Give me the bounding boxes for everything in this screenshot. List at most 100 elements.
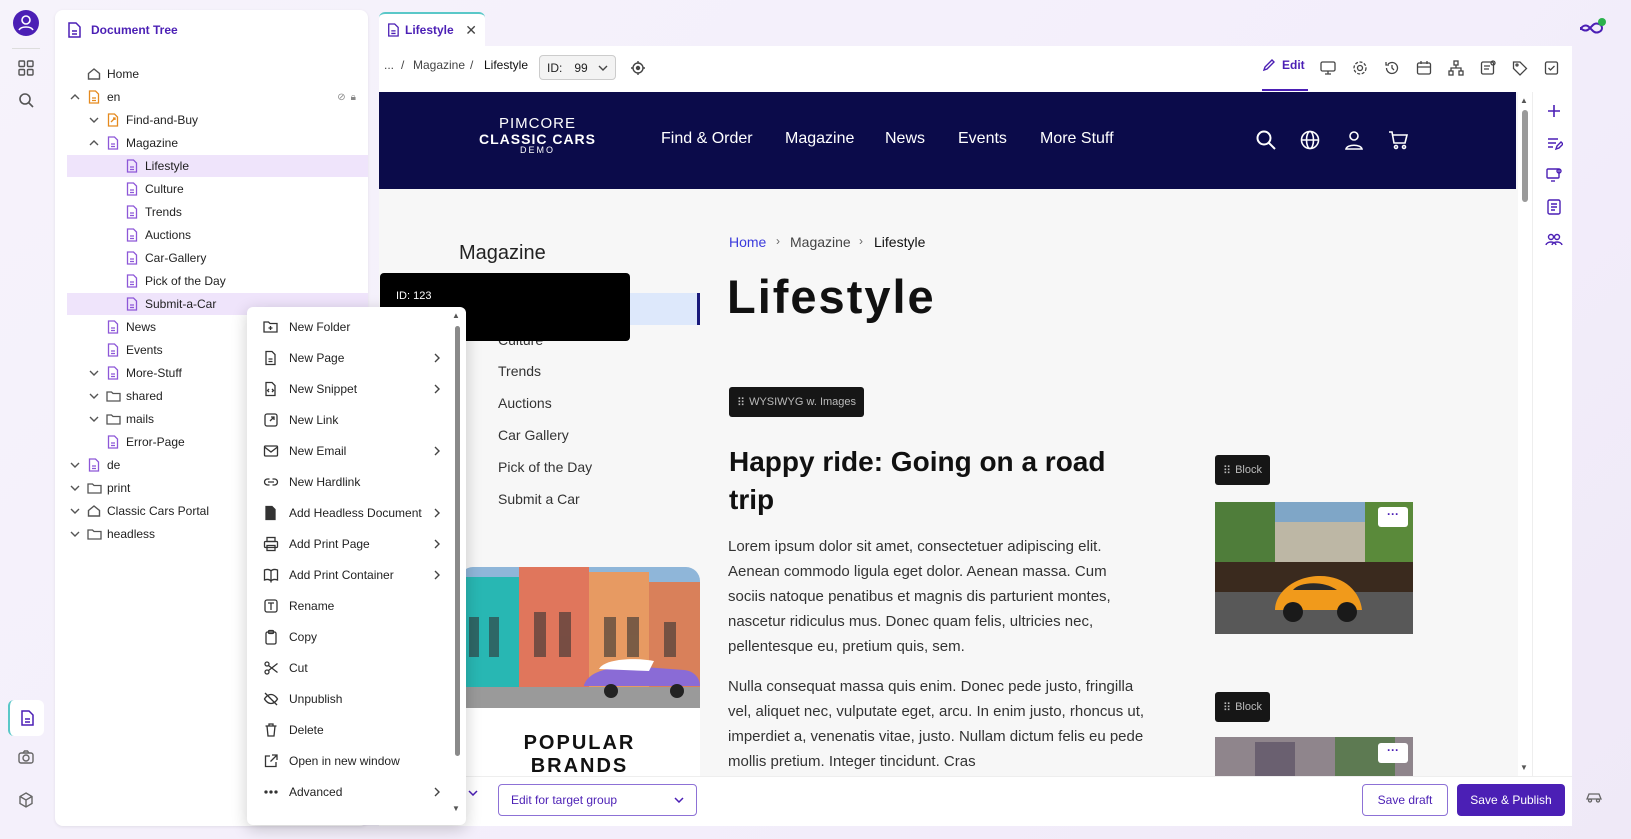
menu-item-new-page[interactable]: New Page xyxy=(247,343,450,373)
block-options-icon[interactable]: ··· xyxy=(1378,507,1408,527)
tree-node-find-and-buy[interactable]: Find-and-Buy xyxy=(67,109,368,131)
menu-item-delete[interactable]: Delete xyxy=(247,715,450,745)
chevron-down-icon[interactable] xyxy=(67,485,83,491)
id-selector[interactable]: ID: 99 xyxy=(539,55,616,80)
tree-node-magazine[interactable]: Magazine xyxy=(67,132,368,154)
chevron-down-icon[interactable] xyxy=(67,531,83,537)
tag-icon[interactable] xyxy=(1510,58,1530,78)
menu-item-advanced[interactable]: Advanced xyxy=(247,777,450,807)
chevron-down-icon[interactable] xyxy=(86,117,102,123)
tab-edit[interactable]: Edit xyxy=(1262,58,1305,72)
chevron-down-icon[interactable] xyxy=(86,416,102,422)
drag-handle-icon[interactable]: ⠿ xyxy=(737,396,745,409)
edit-list-icon[interactable] xyxy=(1545,134,1563,152)
popular-brands-card[interactable]: POPULAR BRANDS xyxy=(459,567,700,776)
notes-icon[interactable] xyxy=(1478,58,1498,78)
tree-node-car-gallery[interactable]: Car-Gallery xyxy=(67,247,368,269)
scroll-down-arrow[interactable]: ▼ xyxy=(452,804,460,813)
history-icon[interactable] xyxy=(1382,58,1402,78)
chevron-up-icon[interactable] xyxy=(67,94,83,100)
menu-item-new-email[interactable]: New Email xyxy=(247,436,450,466)
menu-item-new-snippet[interactable]: New Snippet xyxy=(247,374,450,404)
block-options-icon[interactable]: ··· xyxy=(1378,743,1408,763)
breadcrumb-magazine[interactable]: Magazine xyxy=(413,58,465,72)
target-groups-icon[interactable] xyxy=(1545,230,1563,248)
save-draft-button[interactable]: Save draft xyxy=(1362,784,1448,816)
context-menu-scrollbar[interactable] xyxy=(455,326,460,756)
cart-icon[interactable] xyxy=(1387,129,1409,151)
site-search-icon[interactable] xyxy=(1255,129,1277,151)
save-publish-button[interactable]: Save & Publish xyxy=(1457,784,1565,816)
user-avatar[interactable] xyxy=(12,9,40,37)
nav-find-order[interactable]: Find & Order xyxy=(661,130,753,148)
nav-magazine[interactable]: Magazine xyxy=(785,130,854,148)
chevron-down-icon[interactable] xyxy=(67,508,83,514)
assets-camera-icon[interactable] xyxy=(12,743,40,771)
tree-node-auctions[interactable]: Auctions xyxy=(67,224,368,246)
menu-item-rename[interactable]: Rename xyxy=(247,591,450,621)
menu-item-label: Add Print Page xyxy=(289,537,370,551)
sidebar-link-submit-a-car[interactable]: Submit a Car xyxy=(498,491,580,507)
document-details-icon[interactable] xyxy=(1545,198,1563,216)
tree-node-home[interactable]: Home xyxy=(67,63,368,85)
search-icon[interactable] xyxy=(12,86,40,114)
dependencies-tree-icon[interactable] xyxy=(1446,58,1466,78)
sidebar-link-pick-of-the-day[interactable]: Pick of the Day xyxy=(498,459,592,475)
nav-more-stuff[interactable]: More Stuff xyxy=(1040,130,1114,148)
article-heading[interactable]: Happy ride: Going on a road trip xyxy=(729,443,1119,519)
drag-handle-icon[interactable]: ⠿ xyxy=(1223,464,1231,477)
data-objects-cube-icon[interactable] xyxy=(12,786,40,814)
schedule-calendar-icon[interactable] xyxy=(1414,58,1434,78)
tree-node-culture[interactable]: Culture xyxy=(67,178,368,200)
menu-item-add-print-container[interactable]: Add Print Container xyxy=(247,560,450,590)
account-user-icon[interactable] xyxy=(1343,129,1365,151)
menu-item-new-link[interactable]: New Link xyxy=(247,405,450,435)
add-plus-icon[interactable] xyxy=(1545,102,1563,120)
menu-item-open-in-new-window[interactable]: Open in new window xyxy=(247,746,450,776)
menu-item-copy[interactable]: Copy xyxy=(247,622,450,652)
page-breadcrumb-magazine[interactable]: Magazine xyxy=(790,234,851,250)
sidebar-link-car-gallery[interactable]: Car Gallery xyxy=(498,427,569,443)
drag-handle-icon[interactable]: ⠿ xyxy=(1223,701,1231,714)
menu-item-cut[interactable]: Cut xyxy=(247,653,450,683)
wysiwyg-editable-tag[interactable]: ⠿ WYSIWYG w. Images xyxy=(729,387,865,417)
tree-node-en[interactable]: en ⊘ 🔒︎ xyxy=(67,86,368,108)
nav-news[interactable]: News xyxy=(885,130,925,148)
close-icon[interactable]: ✕ xyxy=(465,22,477,39)
breadcrumb-ellipsis[interactable]: ... xyxy=(384,58,394,72)
sidebar-link-trends[interactable]: Trends xyxy=(498,363,541,379)
preview-scrollbar[interactable]: ▲ ▼ xyxy=(1518,92,1532,776)
chevron-up-icon[interactable] xyxy=(86,140,102,146)
workflow-icon[interactable] xyxy=(1542,58,1562,78)
tree-node-pick-of-the-day[interactable]: Pick of the Day xyxy=(67,270,368,292)
documents-nav-icon[interactable] xyxy=(8,700,44,736)
locate-in-tree-icon[interactable] xyxy=(628,58,648,78)
menu-item-new-folder[interactable]: New Folder xyxy=(247,312,450,342)
preview-monitor-icon[interactable] xyxy=(1318,58,1338,78)
chevron-down-icon[interactable] xyxy=(86,370,102,376)
chevron-down-icon[interactable] xyxy=(86,393,102,399)
settings-gear-icon[interactable] xyxy=(1350,58,1370,78)
menu-item-add-print-page[interactable]: Add Print Page xyxy=(247,529,450,559)
scroll-up-arrow[interactable]: ▲ xyxy=(452,311,460,320)
language-globe-icon[interactable] xyxy=(1299,129,1321,151)
target-group-select[interactable]: Edit for target group xyxy=(498,784,697,816)
menu-item-new-hardlink[interactable]: New Hardlink xyxy=(247,467,450,497)
chevron-down-icon[interactable] xyxy=(67,462,83,468)
menu-item-unpublish[interactable]: Unpublish xyxy=(247,684,450,714)
tree-node-lifestyle[interactable]: Lifestyle xyxy=(67,155,368,177)
tab-lifestyle[interactable]: Lifestyle ✕ xyxy=(379,12,485,46)
tree-node-trends[interactable]: Trends xyxy=(67,201,368,223)
sidebar-link-auctions[interactable]: Auctions xyxy=(498,395,552,411)
block-tag[interactable]: ⠿ Block xyxy=(1215,692,1270,722)
article-paragraph-2[interactable]: Nulla consequat massa quis enim. Donec p… xyxy=(728,674,1148,774)
nav-events[interactable]: Events xyxy=(958,130,1007,148)
block-tag[interactable]: ⠿ Block xyxy=(1215,455,1270,485)
chevron-down-icon[interactable] xyxy=(468,790,478,796)
device-settings-icon[interactable] xyxy=(1545,166,1563,184)
menu-item-add-headless-document[interactable]: Add Headless Document xyxy=(247,498,450,528)
apps-grid-icon[interactable] xyxy=(12,54,40,82)
site-logo[interactable]: PIMCORE CLASSIC CARS DEMO xyxy=(479,116,596,156)
page-breadcrumb-home[interactable]: Home xyxy=(729,234,766,250)
article-paragraph-1[interactable]: Lorem ipsum dolor sit amet, consectetuer… xyxy=(728,534,1148,659)
